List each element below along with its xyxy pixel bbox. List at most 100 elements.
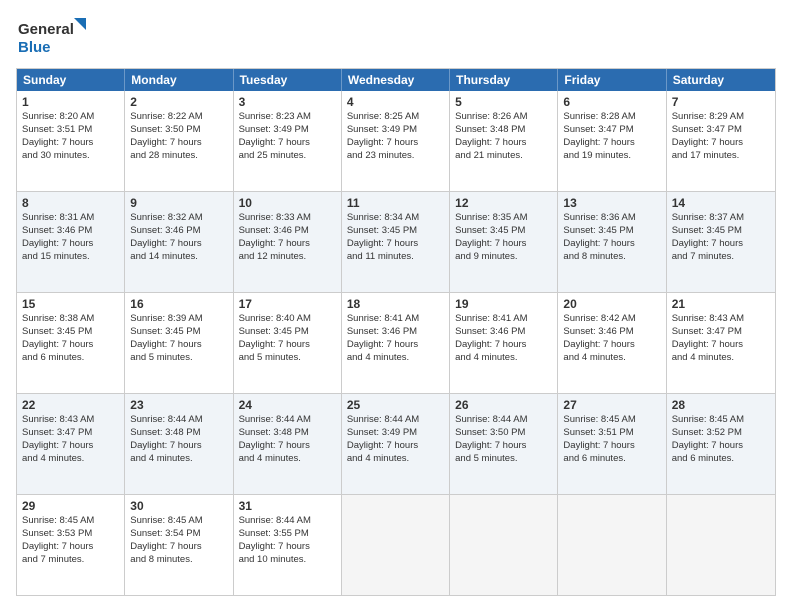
- calendar-cell-r1-c5: 5Sunrise: 8:26 AMSunset: 3:48 PMDaylight…: [450, 91, 558, 191]
- day-info-line: Sunset: 3:45 PM: [563, 225, 660, 238]
- day-info-line: Sunrise: 8:35 AM: [455, 212, 552, 225]
- day-info-line: Daylight: 7 hours: [455, 238, 552, 251]
- day-number: 26: [455, 397, 552, 413]
- day-info-line: Sunrise: 8:22 AM: [130, 111, 227, 124]
- day-info-line: Sunrise: 8:29 AM: [672, 111, 770, 124]
- day-info-line: Sunset: 3:49 PM: [347, 124, 444, 137]
- day-info-line: and 7 minutes.: [22, 554, 119, 567]
- day-number: 20: [563, 296, 660, 312]
- day-info-line: and 6 minutes.: [672, 453, 770, 466]
- day-info-line: and 4 minutes.: [455, 352, 552, 365]
- calendar-cell-r2-c2: 9Sunrise: 8:32 AMSunset: 3:46 PMDaylight…: [125, 192, 233, 292]
- day-number: 4: [347, 94, 444, 110]
- day-info-line: Daylight: 7 hours: [455, 440, 552, 453]
- day-info-line: Sunset: 3:54 PM: [130, 528, 227, 541]
- day-info-line: and 19 minutes.: [563, 150, 660, 163]
- day-info-line: and 4 minutes.: [22, 453, 119, 466]
- day-info-line: and 6 minutes.: [22, 352, 119, 365]
- calendar-cell-r4-c5: 26Sunrise: 8:44 AMSunset: 3:50 PMDayligh…: [450, 394, 558, 494]
- day-info-line: Sunset: 3:46 PM: [239, 225, 336, 238]
- day-info-line: Sunrise: 8:45 AM: [130, 515, 227, 528]
- day-number: 31: [239, 498, 336, 514]
- day-info-line: Sunrise: 8:41 AM: [455, 313, 552, 326]
- calendar-cell-r4-c6: 27Sunrise: 8:45 AMSunset: 3:51 PMDayligh…: [558, 394, 666, 494]
- calendar-row-5: 29Sunrise: 8:45 AMSunset: 3:53 PMDayligh…: [17, 495, 775, 595]
- day-info-line: Sunset: 3:47 PM: [22, 427, 119, 440]
- day-info-line: and 4 minutes.: [347, 453, 444, 466]
- day-info-line: Daylight: 7 hours: [563, 440, 660, 453]
- day-info-line: Sunrise: 8:42 AM: [563, 313, 660, 326]
- calendar-cell-r1-c4: 4Sunrise: 8:25 AMSunset: 3:49 PMDaylight…: [342, 91, 450, 191]
- calendar-cell-r5-c3: 31Sunrise: 8:44 AMSunset: 3:55 PMDayligh…: [234, 495, 342, 595]
- day-info-line: Daylight: 7 hours: [239, 339, 336, 352]
- header-day-monday: Monday: [125, 69, 233, 91]
- calendar-cell-r5-c1: 29Sunrise: 8:45 AMSunset: 3:53 PMDayligh…: [17, 495, 125, 595]
- day-info-line: Sunrise: 8:37 AM: [672, 212, 770, 225]
- day-info-line: Sunrise: 8:45 AM: [563, 414, 660, 427]
- day-info-line: Sunrise: 8:40 AM: [239, 313, 336, 326]
- calendar-cell-r3-c2: 16Sunrise: 8:39 AMSunset: 3:45 PMDayligh…: [125, 293, 233, 393]
- day-info-line: Sunrise: 8:31 AM: [22, 212, 119, 225]
- day-info-line: Sunset: 3:50 PM: [455, 427, 552, 440]
- day-number: 12: [455, 195, 552, 211]
- day-info-line: and 15 minutes.: [22, 251, 119, 264]
- calendar-cell-r2-c6: 13Sunrise: 8:36 AMSunset: 3:45 PMDayligh…: [558, 192, 666, 292]
- day-info-line: Daylight: 7 hours: [130, 541, 227, 554]
- day-info-line: Sunrise: 8:20 AM: [22, 111, 119, 124]
- day-info-line: and 11 minutes.: [347, 251, 444, 264]
- calendar-cell-r3-c3: 17Sunrise: 8:40 AMSunset: 3:45 PMDayligh…: [234, 293, 342, 393]
- day-info-line: and 25 minutes.: [239, 150, 336, 163]
- day-number: 7: [672, 94, 770, 110]
- day-info-line: and 5 minutes.: [239, 352, 336, 365]
- calendar-cell-r1-c1: 1Sunrise: 8:20 AMSunset: 3:51 PMDaylight…: [17, 91, 125, 191]
- day-info-line: Sunset: 3:45 PM: [130, 326, 227, 339]
- day-number: 9: [130, 195, 227, 211]
- day-number: 5: [455, 94, 552, 110]
- day-info-line: Sunrise: 8:44 AM: [130, 414, 227, 427]
- day-info-line: Daylight: 7 hours: [672, 440, 770, 453]
- day-number: 15: [22, 296, 119, 312]
- day-info-line: and 7 minutes.: [672, 251, 770, 264]
- calendar: SundayMondayTuesdayWednesdayThursdayFrid…: [16, 68, 776, 596]
- day-info-line: Sunset: 3:47 PM: [672, 124, 770, 137]
- day-number: 8: [22, 195, 119, 211]
- svg-text:Blue: Blue: [18, 39, 51, 56]
- calendar-header: SundayMondayTuesdayWednesdayThursdayFrid…: [17, 69, 775, 91]
- day-info-line: Sunset: 3:46 PM: [563, 326, 660, 339]
- day-info-line: and 4 minutes.: [130, 453, 227, 466]
- day-info-line: Sunset: 3:53 PM: [22, 528, 119, 541]
- day-info-line: Daylight: 7 hours: [455, 339, 552, 352]
- day-info-line: Daylight: 7 hours: [239, 238, 336, 251]
- calendar-row-4: 22Sunrise: 8:43 AMSunset: 3:47 PMDayligh…: [17, 394, 775, 495]
- page: General Blue SundayMondayTuesdayWednesda…: [0, 0, 792, 612]
- day-info-line: Daylight: 7 hours: [672, 339, 770, 352]
- day-number: 1: [22, 94, 119, 110]
- calendar-cell-r3-c5: 19Sunrise: 8:41 AMSunset: 3:46 PMDayligh…: [450, 293, 558, 393]
- day-info-line: Sunset: 3:45 PM: [455, 225, 552, 238]
- day-number: 14: [672, 195, 770, 211]
- calendar-cell-r5-c4: [342, 495, 450, 595]
- day-info-line: Daylight: 7 hours: [22, 238, 119, 251]
- day-info-line: Sunrise: 8:23 AM: [239, 111, 336, 124]
- day-number: 18: [347, 296, 444, 312]
- day-info-line: and 4 minutes.: [672, 352, 770, 365]
- day-number: 10: [239, 195, 336, 211]
- logo: General Blue: [16, 16, 86, 60]
- calendar-cell-r1-c3: 3Sunrise: 8:23 AMSunset: 3:49 PMDaylight…: [234, 91, 342, 191]
- day-number: 2: [130, 94, 227, 110]
- day-number: 13: [563, 195, 660, 211]
- day-info-line: and 23 minutes.: [347, 150, 444, 163]
- day-info-line: Daylight: 7 hours: [672, 137, 770, 150]
- day-info-line: Daylight: 7 hours: [455, 137, 552, 150]
- day-info-line: Daylight: 7 hours: [563, 339, 660, 352]
- header-day-wednesday: Wednesday: [342, 69, 450, 91]
- day-number: 16: [130, 296, 227, 312]
- day-number: 3: [239, 94, 336, 110]
- day-info-line: Sunset: 3:47 PM: [672, 326, 770, 339]
- day-number: 30: [130, 498, 227, 514]
- calendar-cell-r4-c2: 23Sunrise: 8:44 AMSunset: 3:48 PMDayligh…: [125, 394, 233, 494]
- day-number: 19: [455, 296, 552, 312]
- calendar-cell-r2-c7: 14Sunrise: 8:37 AMSunset: 3:45 PMDayligh…: [667, 192, 775, 292]
- calendar-cell-r4-c4: 25Sunrise: 8:44 AMSunset: 3:49 PMDayligh…: [342, 394, 450, 494]
- header-day-tuesday: Tuesday: [234, 69, 342, 91]
